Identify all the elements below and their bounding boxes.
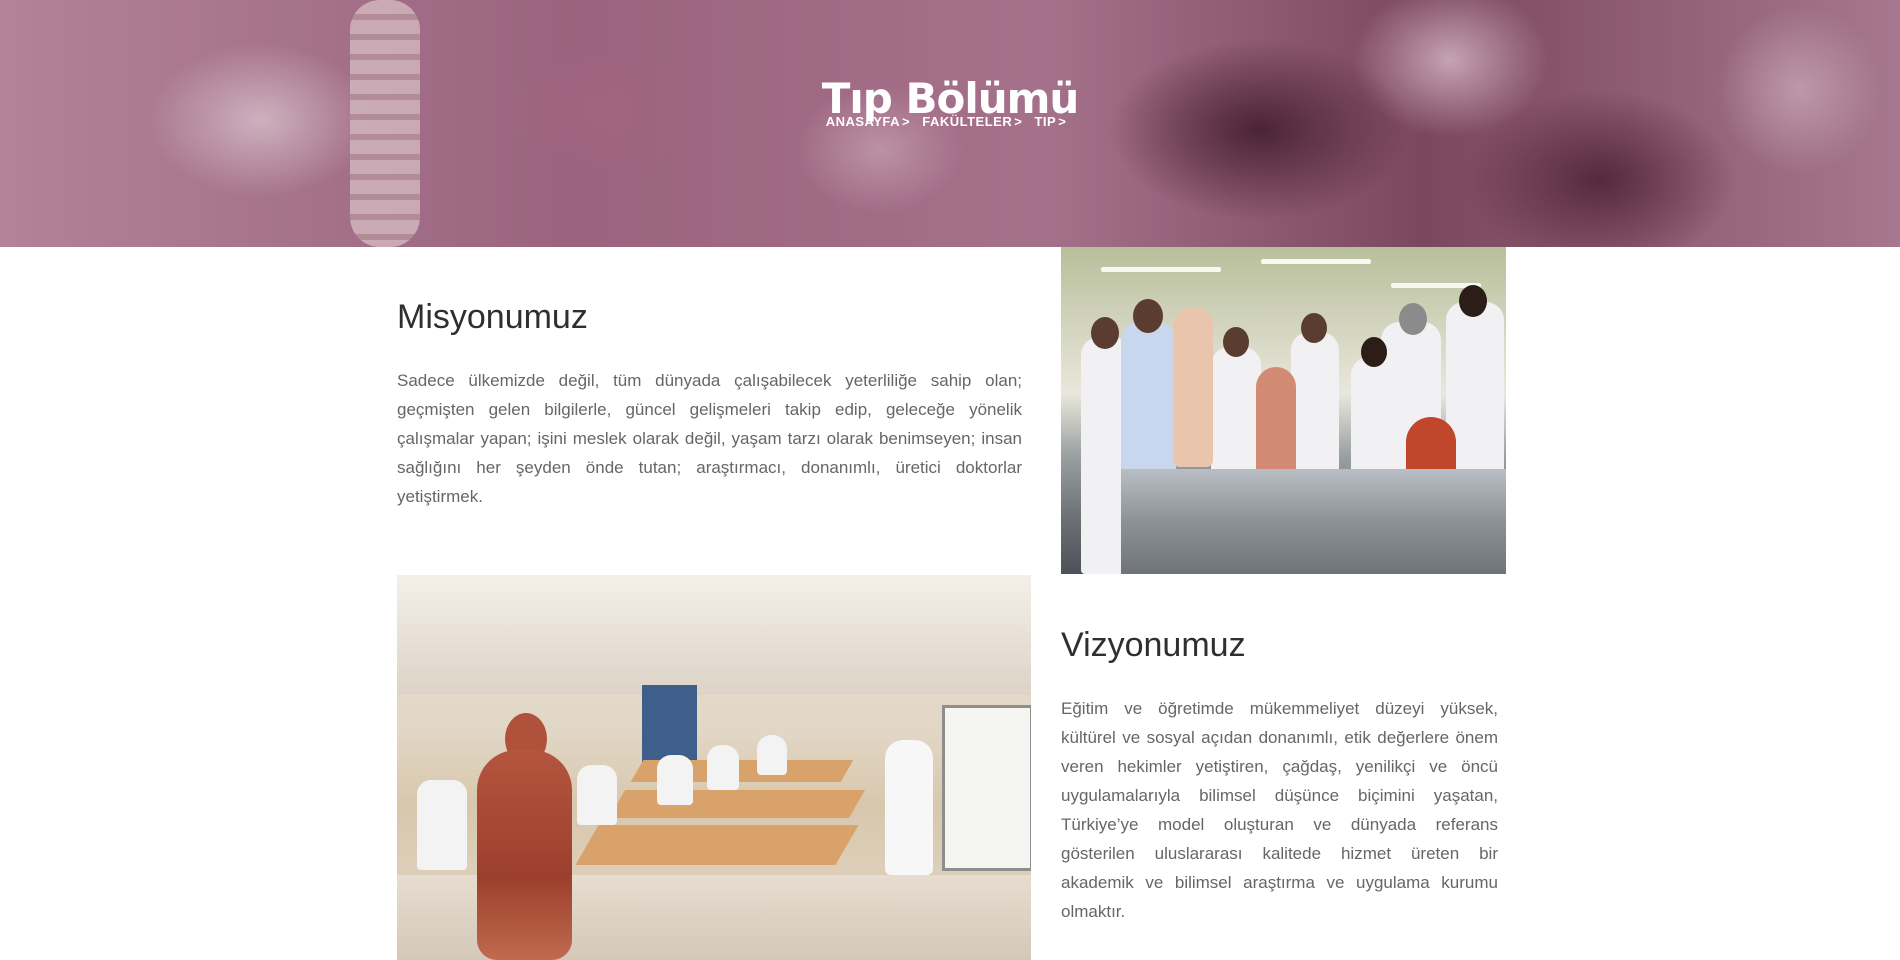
breadcrumb: ANASAYFA > FAKÜLTELER > TIP > bbox=[0, 114, 1900, 129]
breadcrumb-separator-icon: > bbox=[1058, 114, 1067, 129]
vision-heading: Vizyonumuz bbox=[1061, 626, 1246, 664]
anatomy-lab-photo bbox=[1061, 247, 1506, 574]
breadcrumb-separator-icon: > bbox=[1014, 114, 1023, 129]
breadcrumb-faculties-link[interactable]: FAKÜLTELER bbox=[922, 114, 1012, 129]
mission-heading: Misyonumuz bbox=[397, 298, 588, 336]
mission-text: Sadece ülkemizde değil, tüm dünyada çalı… bbox=[397, 371, 1022, 506]
breadcrumb-separator-icon: > bbox=[902, 114, 911, 129]
vision-text: Eğitim ve öğretimde mükemmeliyet düzeyi … bbox=[1061, 699, 1498, 921]
breadcrumb-medicine-link[interactable]: TIP bbox=[1034, 114, 1056, 129]
breadcrumb-home-link[interactable]: ANASAYFA bbox=[826, 114, 900, 129]
classroom-photo bbox=[397, 575, 1031, 960]
